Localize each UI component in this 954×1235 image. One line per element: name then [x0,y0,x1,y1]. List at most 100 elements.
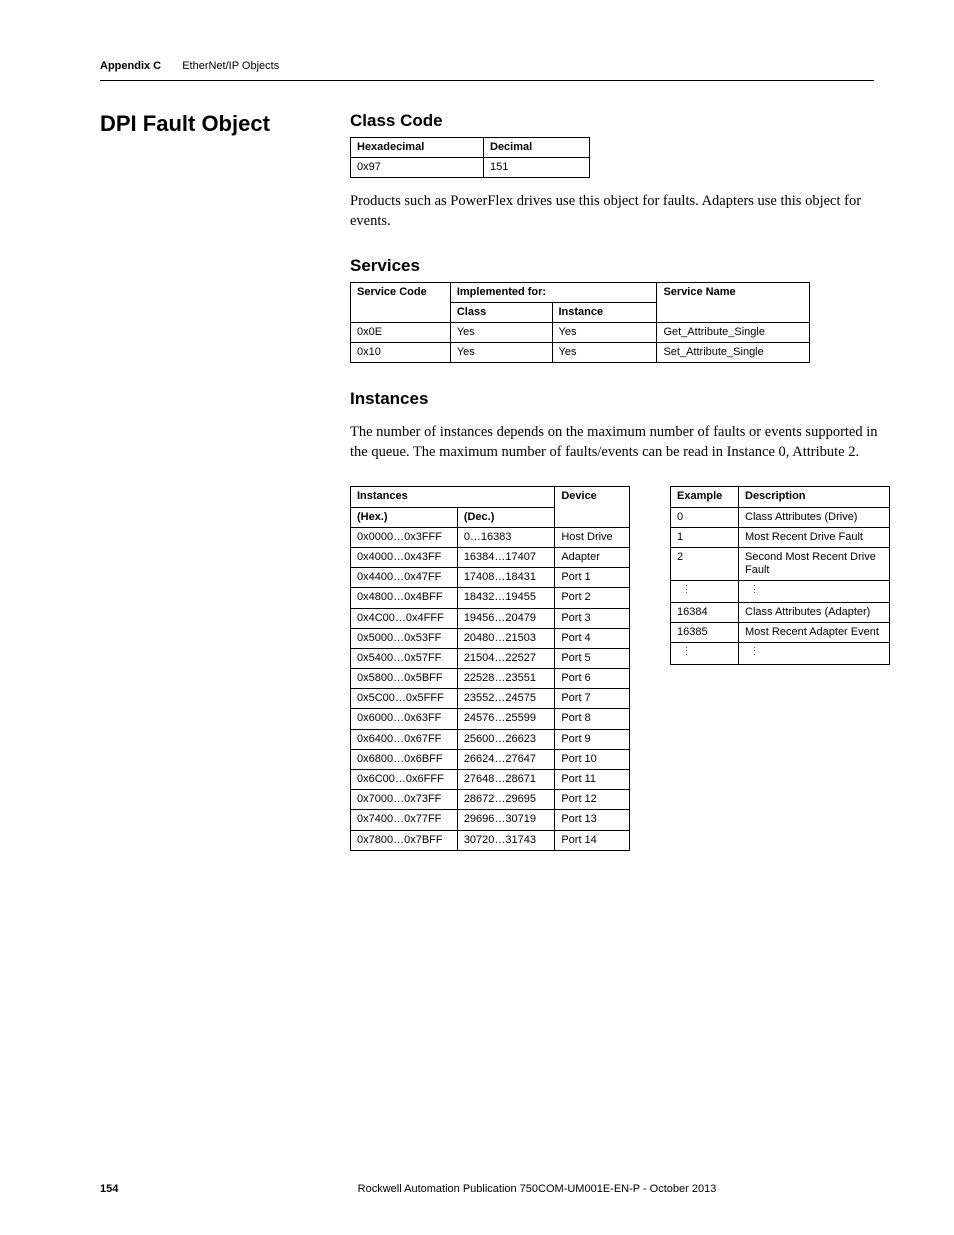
table-row: 1Most Recent Drive Fault [671,527,890,547]
table-row: 0x10YesYesSet_Attribute_Single [351,343,810,363]
cell-dec: 24576…25599 [457,709,555,729]
header-rule [100,80,874,81]
cell-desc: Second Most Recent Drive Fault [739,547,890,580]
cell-example: 16384 [671,602,739,622]
cell-hex: 0x4800…0x4BFF [351,588,458,608]
col-service-name: Service Name [657,282,810,322]
cell-class: Yes [450,343,552,363]
col-example: Example [671,487,739,507]
cell-example [671,581,739,603]
vdots-icon [677,584,688,594]
cell-hex: 0x7800…0x7BFF [351,830,458,850]
col-class: Class [450,302,552,322]
cell-hex: 0x0000…0x3FFF [351,527,458,547]
cell-hex: 0x5000…0x53FF [351,628,458,648]
col-description: Description [739,487,890,507]
cell-hex: 0x7400…0x77FF [351,810,458,830]
cell-hex: 0x6400…0x67FF [351,729,458,749]
cell-dec: 26624…27647 [457,749,555,769]
table-row: 0x5800…0x5BFF22528…23551Port 6 [351,669,630,689]
table-row: 0Class Attributes (Drive) [671,507,890,527]
cell-example: 2 [671,547,739,580]
cell-dec: 20480…21503 [457,628,555,648]
cell-dec: 30720…31743 [457,830,555,850]
cell-device: Port 12 [555,790,630,810]
table-row: 0x6000…0x63FF24576…25599Port 8 [351,709,630,729]
cell-instance: Yes [552,343,657,363]
table-row [671,581,890,603]
publication-info: Rockwell Automation Publication 750COM-U… [200,1183,874,1195]
services-heading: Services [350,256,890,276]
cell-hex: 0x6000…0x63FF [351,709,458,729]
instances-right-table: Example Description 0Class Attributes (D… [670,486,890,664]
table-row: 0x7400…0x77FF29696…30719Port 13 [351,810,630,830]
col-hex: Hexadecimal [351,138,484,158]
cell-desc [739,643,890,665]
table-row: 0x5400…0x57FF21504…22527Port 5 [351,648,630,668]
cell-code: 0x10 [351,343,451,363]
cell-example: 1 [671,527,739,547]
cell-device: Port 8 [555,709,630,729]
page-number: 154 [100,1183,200,1195]
instances-heading: Instances [350,389,890,409]
classcode-heading: Class Code [350,111,890,131]
cell-hex: 0x4000…0x43FF [351,547,458,567]
cell-dec: 27648…28671 [457,770,555,790]
col-instances: Instances [351,487,555,507]
cell-dec: 16384…17407 [457,547,555,567]
classcode-table: Hexadecimal Decimal 0x97 151 [350,137,590,178]
cell-dec: 151 [484,158,590,178]
instances-left-table: Instances Device (Hex.) (Dec.) 0x0000…0x… [350,486,630,850]
col-dec-sub: (Dec.) [457,507,555,527]
cell-instance: Yes [552,322,657,342]
appendix-label: Appendix C [100,60,161,72]
cell-hex: 0x6800…0x6BFF [351,749,458,769]
cell-example [671,643,739,665]
cell-desc [739,581,890,603]
cell-hex: 0x4C00…0x4FFF [351,608,458,628]
cell-dec: 0…16383 [457,527,555,547]
cell-device: Port 10 [555,749,630,769]
table-row: 2Second Most Recent Drive Fault [671,547,890,580]
cell-hex: 0x4400…0x47FF [351,568,458,588]
cell-hex: 0x5800…0x5BFF [351,669,458,689]
cell-dec: 19456…20479 [457,608,555,628]
cell-device: Port 14 [555,830,630,850]
cell-device: Adapter [555,547,630,567]
cell-example: 0 [671,507,739,527]
cell-desc: Class Attributes (Drive) [739,507,890,527]
col-service-code: Service Code [351,282,451,322]
cell-device: Port 13 [555,810,630,830]
table-row [671,643,890,665]
vdots-icon [745,646,756,656]
cell-name: Set_Attribute_Single [657,343,810,363]
table-row: 0x5000…0x53FF20480…21503Port 4 [351,628,630,648]
cell-device: Port 6 [555,669,630,689]
col-dec: Decimal [484,138,590,158]
cell-device: Host Drive [555,527,630,547]
table-row: 0x7000…0x73FF28672…29695Port 12 [351,790,630,810]
cell-desc: Most Recent Drive Fault [739,527,890,547]
col-device: Device [555,487,630,527]
cell-dec: 29696…30719 [457,810,555,830]
instances-paragraph: The number of instances depends on the m… [350,423,890,462]
cell-device: Port 9 [555,729,630,749]
cell-desc: Class Attributes (Adapter) [739,602,890,622]
topic-label: EtherNet/IP Objects [182,60,279,72]
table-row: 0x6C00…0x6FFF27648…28671Port 11 [351,770,630,790]
cell-hex: 0x6C00…0x6FFF [351,770,458,790]
table-row: 0x4400…0x47FF17408…18431Port 1 [351,568,630,588]
cell-dec: 23552…24575 [457,689,555,709]
cell-hex: 0x97 [351,158,484,178]
services-table: Service Code Implemented for: Service Na… [350,282,810,364]
cell-hex: 0x5C00…0x5FFF [351,689,458,709]
cell-hex: 0x7000…0x73FF [351,790,458,810]
vdots-icon [745,584,756,594]
table-row: 16385Most Recent Adapter Event [671,623,890,643]
page-footer: 154 Rockwell Automation Publication 750C… [100,1183,874,1195]
cell-code: 0x0E [351,322,451,342]
cell-dec: 25600…26623 [457,729,555,749]
col-instance: Instance [552,302,657,322]
cell-device: Port 7 [555,689,630,709]
table-row: 0x0EYesYesGet_Attribute_Single [351,322,810,342]
